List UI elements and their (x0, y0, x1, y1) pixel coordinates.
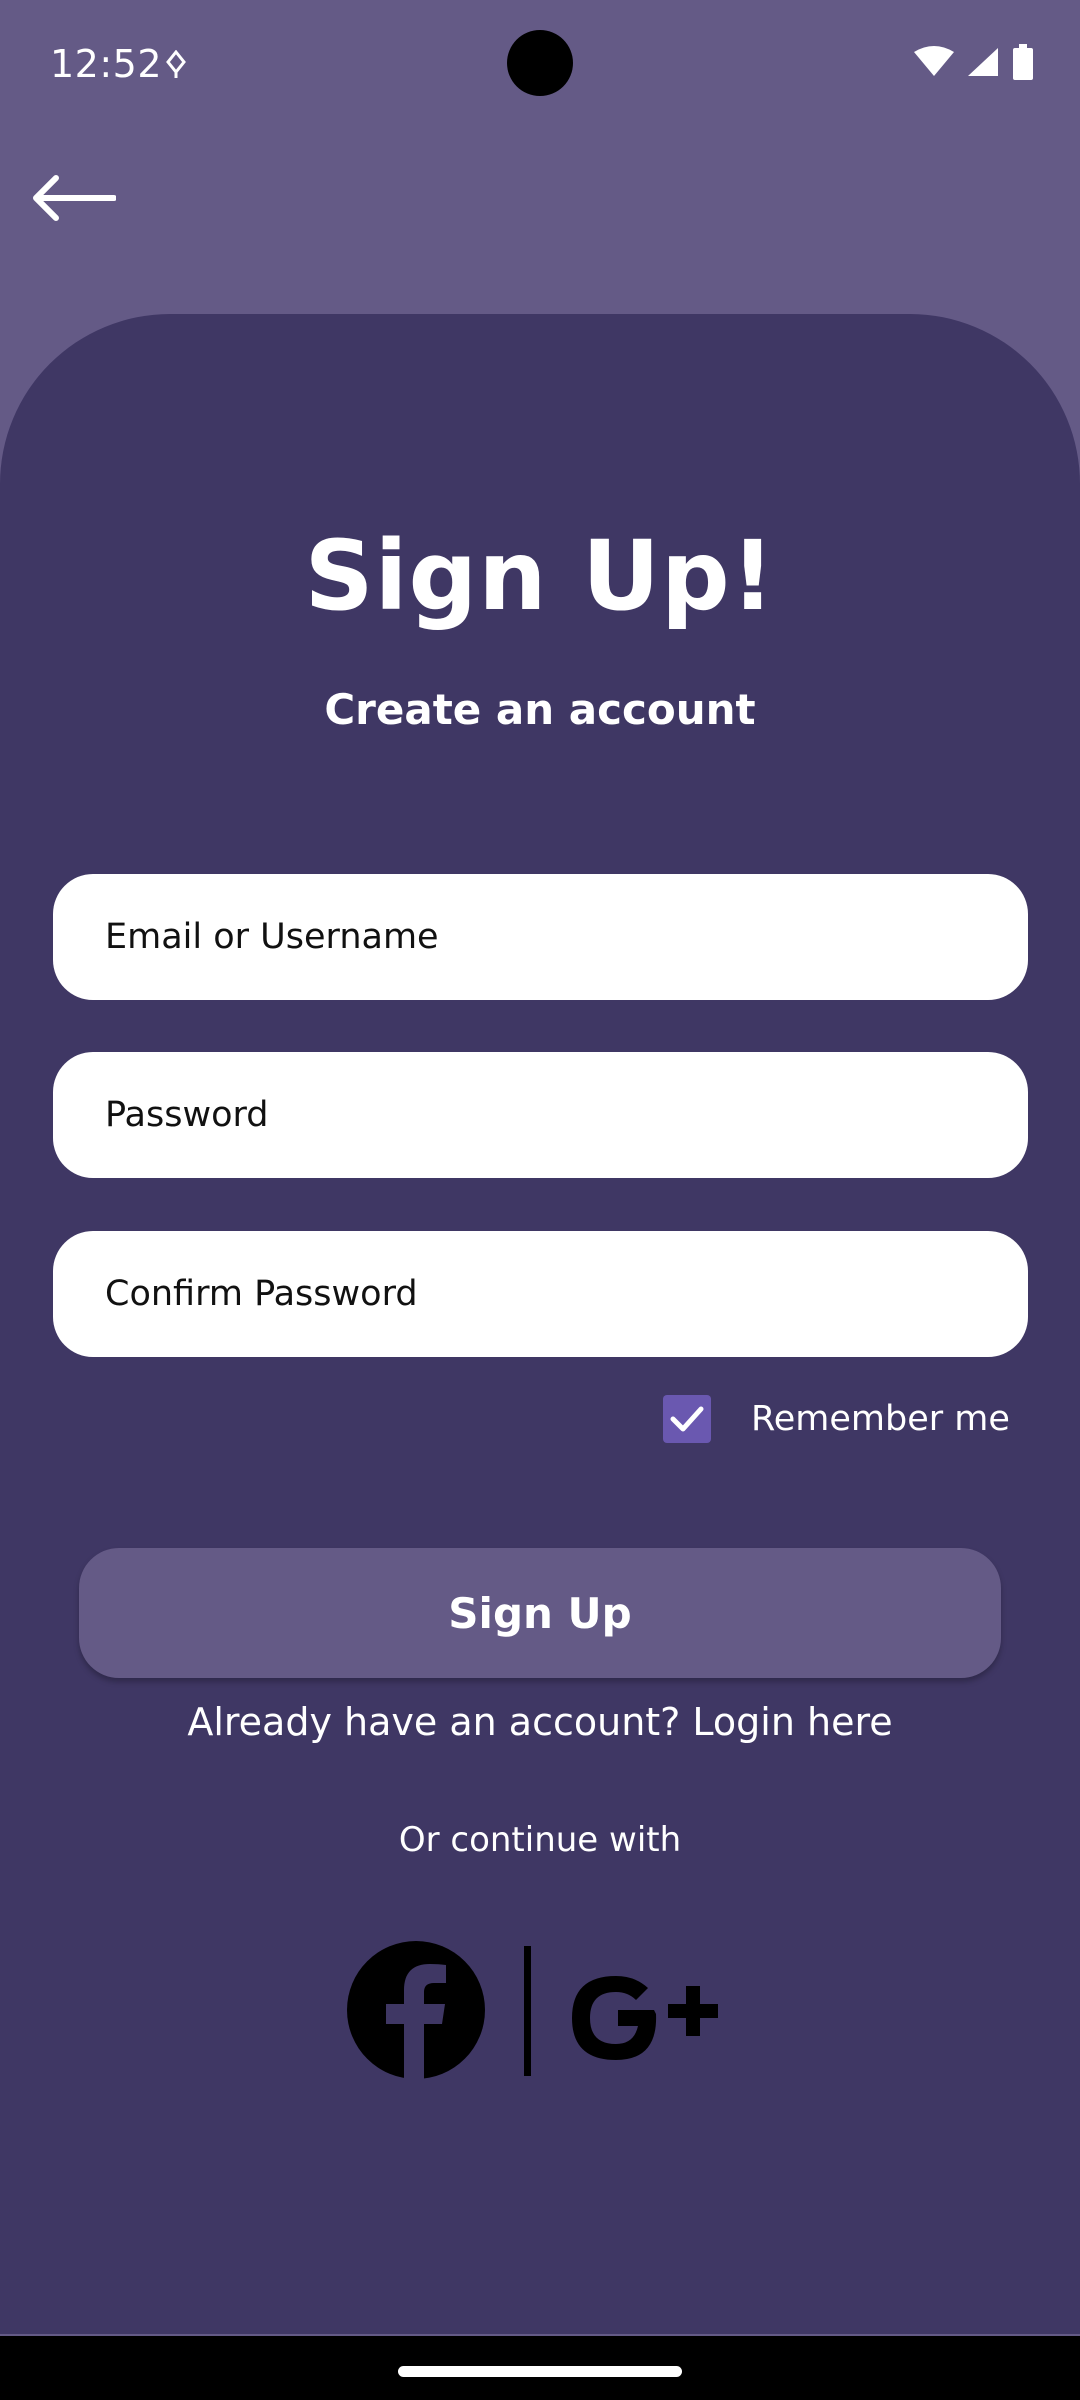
page-title: Sign Up! (304, 520, 776, 632)
arrow-left-icon (30, 173, 117, 227)
status-time: 12:52 (50, 42, 163, 86)
data-saver-icon (164, 49, 188, 84)
page-subtitle: Create an account (324, 685, 756, 734)
password-input[interactable] (105, 1095, 1028, 1135)
remember-me-checkbox[interactable] (663, 1395, 711, 1443)
confirm-password-field[interactable] (53, 1231, 1028, 1357)
login-link[interactable]: Already have an account? Login here (0, 1700, 1080, 1744)
wifi-icon (914, 46, 954, 82)
checkmark-icon (670, 1406, 704, 1432)
home-handle[interactable] (398, 2366, 682, 2377)
google-plus-icon[interactable] (568, 1968, 736, 2072)
facebook-icon[interactable] (346, 1940, 486, 2084)
back-button[interactable] (28, 170, 118, 230)
email-input[interactable] (105, 917, 1028, 957)
confirm-password-input[interactable] (105, 1274, 1028, 1314)
status-bar: 12:52 (0, 0, 1080, 130)
camera-cutout (507, 30, 573, 96)
continue-with-label: Or continue with (398, 1820, 682, 1860)
cellular-signal-icon (966, 46, 1000, 82)
sign-up-button[interactable]: Sign Up (79, 1548, 1001, 1678)
password-field[interactable] (53, 1052, 1028, 1178)
social-divider (524, 1946, 531, 2076)
navigation-bar (0, 2336, 1080, 2400)
remember-me-label: Remember me (751, 1399, 1010, 1439)
battery-icon (1012, 44, 1034, 84)
email-field[interactable] (53, 874, 1028, 1000)
social-login (346, 1940, 736, 2080)
remember-me[interactable]: Remember me (663, 1394, 1010, 1444)
